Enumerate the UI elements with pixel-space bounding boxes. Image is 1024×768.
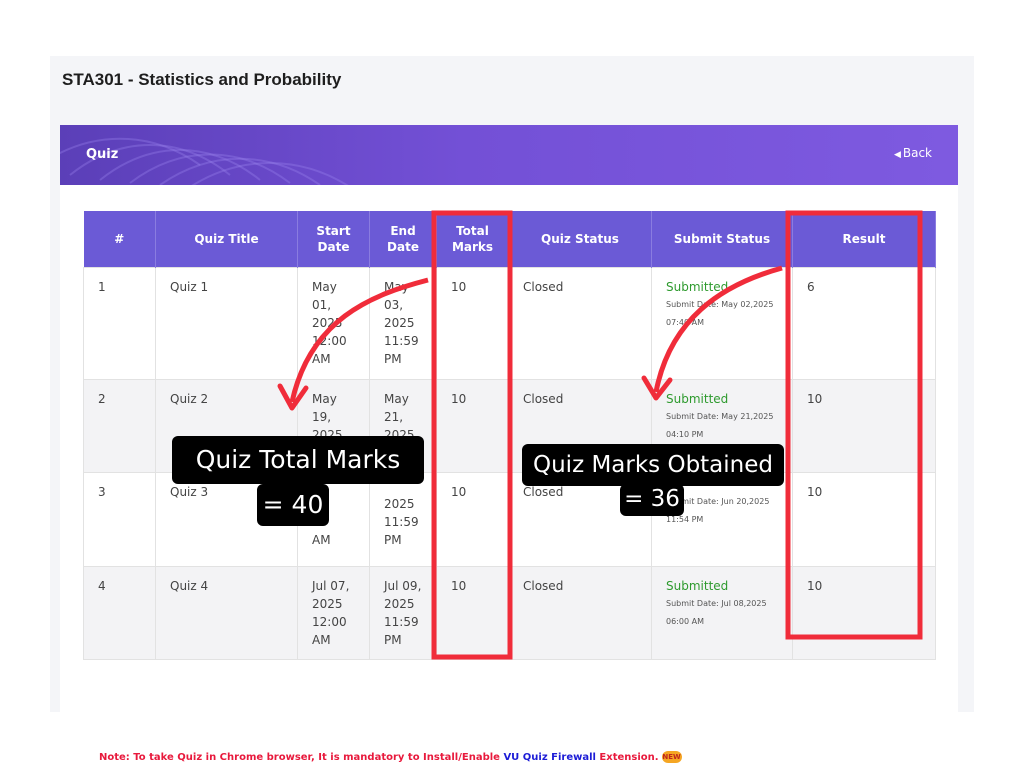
submit-date: Submit Date: May 21,2025 04:10 PM xyxy=(666,411,774,439)
total-marks-callout: Quiz Total Marks xyxy=(172,436,424,484)
back-label: Back xyxy=(902,146,932,160)
note-suffix: Extension. xyxy=(595,752,659,763)
quiz-title: Quiz 1 xyxy=(155,266,298,380)
back-link[interactable]: ◀ Back xyxy=(894,146,932,160)
col-header-number: # xyxy=(83,211,156,267)
col-header-result: Result xyxy=(792,211,936,267)
submit-status-cell: Submitted Submit Date: Jul 08,2025 06:00 … xyxy=(651,565,793,660)
submit-status: Submitted xyxy=(666,578,729,593)
col-header-total-marks: Total Marks xyxy=(436,211,509,267)
row-number: 4 xyxy=(83,565,156,660)
new-badge-icon: NEW xyxy=(661,751,682,763)
table-row[interactable]: 4 Quiz 4 Jul 07, 2025 12:00 AM Jul 09, 2… xyxy=(83,565,936,660)
back-arrow-icon: ◀ xyxy=(893,150,901,160)
result: 10 xyxy=(792,565,936,660)
result: 10 xyxy=(792,471,936,567)
quiz-status: Closed xyxy=(508,565,652,660)
table-row[interactable]: 1 Quiz 1 May 01, 2025 12:00 AM May 03, 2… xyxy=(83,266,936,380)
end-date: May 03, 2025 11:59 PM xyxy=(369,266,437,380)
quiz-card: Quiz ◀ Back # Quiz Title Start Date End D… xyxy=(60,125,958,763)
banner-wave-pattern xyxy=(60,137,349,185)
note-prefix: Note: To take Quiz in Chrome browser, It… xyxy=(99,752,504,763)
result: 6 xyxy=(792,266,936,380)
row-number: 3 xyxy=(83,471,156,567)
start-date: May 01, 2025 12:00 AM xyxy=(297,266,370,380)
chrome-note: Note: To take Quiz in Chrome browser, It… xyxy=(99,751,682,763)
submit-status: Submitted xyxy=(666,391,729,406)
row-number: 1 xyxy=(83,266,156,380)
total-marks: 10 xyxy=(436,266,509,380)
col-header-quiz-status: Quiz Status xyxy=(508,211,652,267)
quiz-status: Closed xyxy=(508,266,652,380)
quiz-section-title: Quiz xyxy=(86,147,119,162)
col-header-start-date: Start Date xyxy=(297,211,370,267)
col-header-end-date: End Date xyxy=(369,211,437,267)
quiz-title: Quiz 4 xyxy=(155,565,298,660)
firewall-extension-link[interactable]: VU Quiz Firewall xyxy=(503,752,596,763)
total-marks: 10 xyxy=(436,471,509,567)
quiz-header-banner: Quiz ◀ Back xyxy=(60,125,958,185)
course-title: STA301 - Statistics and Probability xyxy=(62,70,342,89)
row-number: 2 xyxy=(83,378,156,473)
start-date: Jul 07, 2025 12:00 AM xyxy=(297,565,370,660)
submit-date: Submit Date: Jul 08,2025 06:00 AM xyxy=(666,598,767,626)
submit-status: Submitted xyxy=(666,279,729,294)
end-date: 2025 11:59 PM xyxy=(369,471,437,567)
total-marks: 10 xyxy=(436,565,509,660)
marks-obtained-callout-value: = 36 xyxy=(620,484,684,516)
marks-obtained-callout: Quiz Marks Obtained xyxy=(522,444,784,486)
end-date: Jul 09, 2025 11:59 PM xyxy=(369,565,437,660)
table-row[interactable]: 3 Quiz 3 AM 2025 11:59 PM 10 Closed Subm… xyxy=(83,471,936,567)
col-header-submit-status: Submit Status xyxy=(651,211,793,267)
table-header-row: # Quiz Title Start Date End Date Total M… xyxy=(83,211,936,267)
total-marks: 10 xyxy=(436,378,509,473)
result: 10 xyxy=(792,378,936,473)
total-marks-callout-value: = 40 xyxy=(257,484,329,526)
course-panel: STA301 - Statistics and Probability Quiz… xyxy=(50,56,974,763)
submit-date: Submit Date: May 02,2025 07:40 AM xyxy=(666,299,774,327)
submit-status-cell: Submitted Submit Date: May 02,2025 07:40 … xyxy=(651,266,793,380)
col-header-title: Quiz Title xyxy=(155,211,298,267)
